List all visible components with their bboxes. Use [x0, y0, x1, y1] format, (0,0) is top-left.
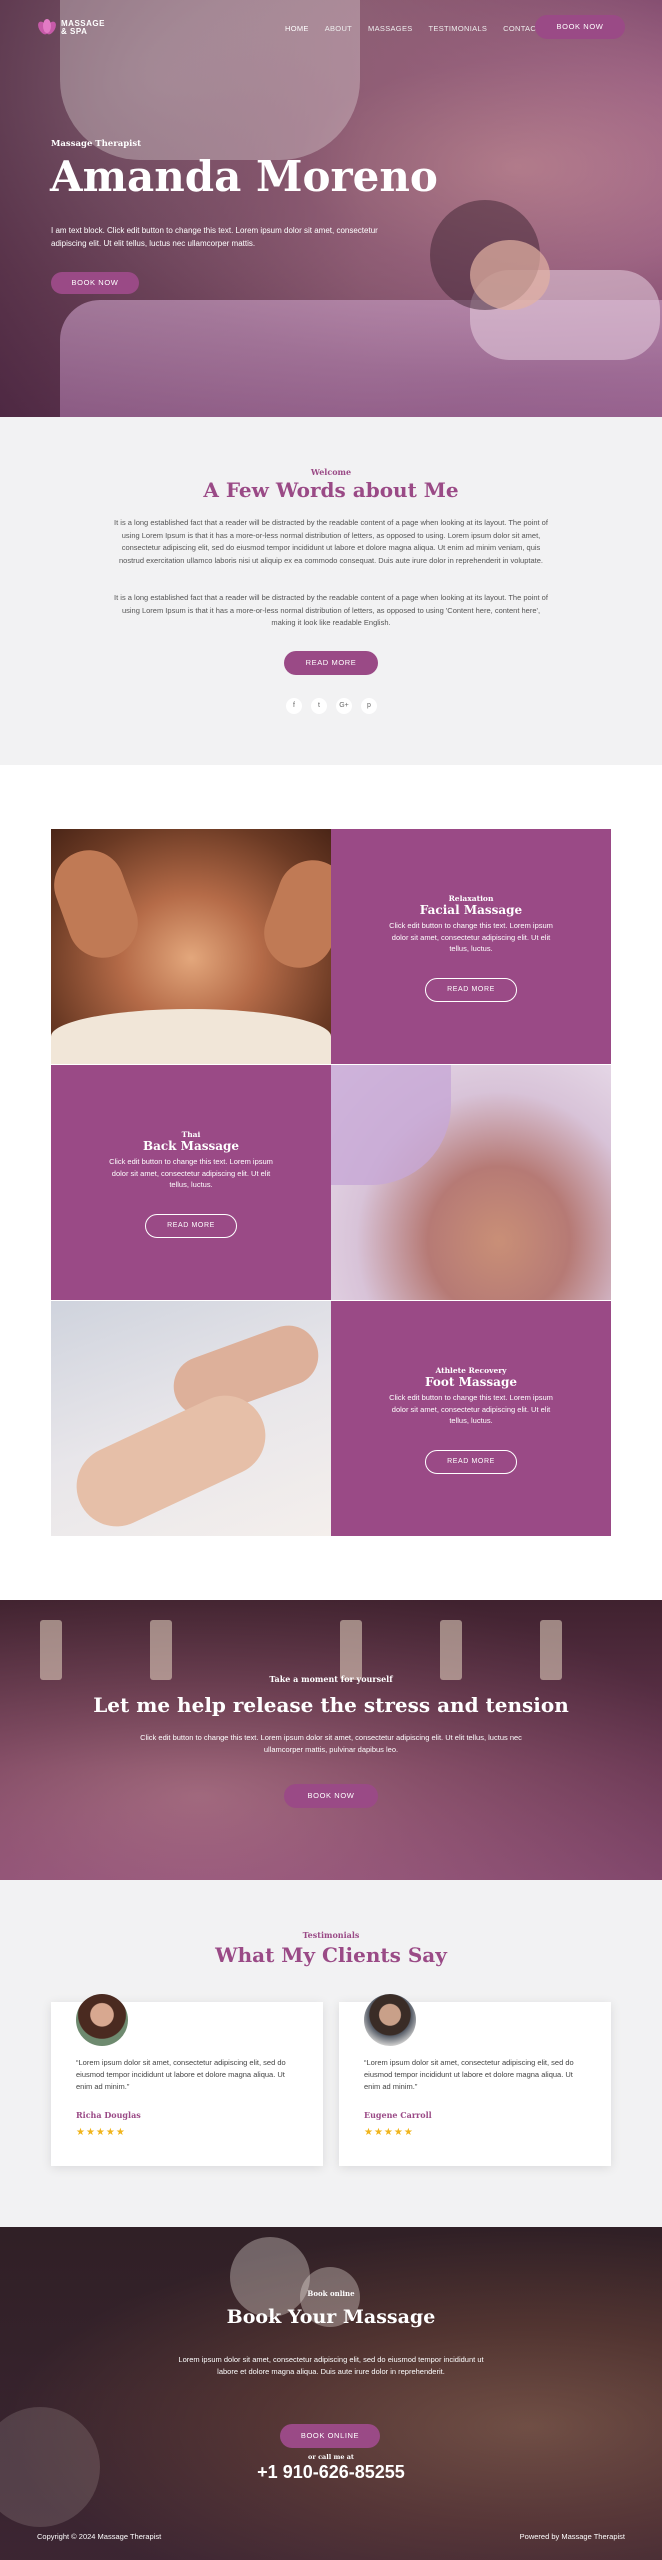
- cta-text: Click edit button to change this text. L…: [140, 1733, 522, 1754]
- booking-kicker: Book online: [307, 2289, 355, 2298]
- service-title: Facial Massage: [419, 903, 523, 917]
- booking-text: Lorem ipsum dolor sit amet, consectetur …: [178, 2355, 484, 2376]
- about-paragraph-2: It is a long established fact that a rea…: [114, 593, 548, 627]
- candle-decoration: [150, 1620, 172, 1680]
- testimonial-quote: “Lorem ipsum dolor sit amet, consectetur…: [76, 2058, 286, 2091]
- service-card-facial: Relaxation Facial Massage Click edit but…: [331, 829, 611, 1064]
- hero-photo-face: [470, 240, 550, 310]
- service-kicker: Athlete Recovery: [435, 1366, 507, 1375]
- google-plus-icon[interactable]: G+: [336, 698, 352, 714]
- lotus-icon: [36, 18, 58, 38]
- hero-title: Amanda Moreno: [50, 152, 438, 201]
- logo-text: MASSAGE & SPA: [61, 20, 105, 36]
- twitter-icon[interactable]: t: [311, 698, 327, 714]
- testimonials-kicker: Testimonials: [302, 1930, 360, 1940]
- foot-read-more-button[interactable]: READ MORE: [425, 1450, 517, 1474]
- service-text: Click edit button to change this text. L…: [389, 921, 553, 953]
- candle-decoration: [540, 1620, 562, 1680]
- star-rating: ★★★★★: [76, 2127, 126, 2138]
- services-grid: Relaxation Facial Massage Click edit but…: [51, 829, 611, 1536]
- call-label: or call me at: [308, 2453, 354, 2461]
- about-title: A Few Words about Me: [203, 478, 459, 502]
- main-menu: HOME ABOUT MASSAGES TESTIMONIALS CONTACT: [285, 24, 541, 33]
- about-paragraph-1: It is a long established fact that a rea…: [114, 518, 548, 565]
- avatar: [364, 1994, 416, 2046]
- pinterest-icon[interactable]: p: [361, 698, 377, 714]
- service-kicker: Relaxation: [448, 894, 494, 903]
- site-logo[interactable]: MASSAGE & SPA: [36, 18, 105, 38]
- flower-decoration: [230, 2237, 310, 2317]
- cta-book-now-button[interactable]: BOOK NOW: [284, 1784, 378, 1808]
- candle-decoration: [440, 1620, 462, 1680]
- logo-line-2: & SPA: [61, 27, 88, 36]
- testimonial-name: Eugene Carroll: [364, 2110, 432, 2120]
- service-text: Click edit button to change this text. L…: [389, 1393, 553, 1425]
- hero-text: I am text block. Click edit button to ch…: [51, 226, 378, 248]
- testimonials-title: What My Clients Say: [215, 1943, 447, 1967]
- cta-title: Let me help release the stress and tensi…: [93, 1693, 569, 1717]
- booking-section: Book online Book Your Massage Lorem ipsu…: [0, 2227, 662, 2560]
- hero-subtitle: Massage Therapist: [51, 139, 142, 149]
- about-read-more-button[interactable]: READ MORE: [284, 651, 378, 675]
- hero-book-now-button[interactable]: BOOK NOW: [51, 272, 139, 294]
- booking-title: Book Your Massage: [226, 2306, 436, 2328]
- nav-home[interactable]: HOME: [285, 24, 309, 33]
- service-title: Foot Massage: [425, 1375, 517, 1389]
- candle-decoration: [340, 1620, 362, 1680]
- social-links: f t G+ p: [286, 698, 377, 714]
- cta-section: Take a moment for yourself Let me help r…: [0, 1600, 662, 1880]
- facebook-icon[interactable]: f: [286, 698, 302, 714]
- service-kicker: Thai: [181, 1130, 201, 1139]
- testimonial-name: Richa Douglas: [76, 2110, 141, 2120]
- testimonials-section: Testimonials What My Clients Say “Lorem …: [0, 1880, 662, 2227]
- footer-powered-by: Powered by Massage Therapist: [519, 2532, 625, 2541]
- about-section: Welcome A Few Words about Me It is a lon…: [0, 417, 662, 765]
- nav-about[interactable]: ABOUT: [325, 24, 352, 33]
- cta-kicker: Take a moment for yourself: [269, 1674, 393, 1684]
- nav-book-now-button[interactable]: BOOK NOW: [535, 15, 625, 39]
- testimonial-card: “Lorem ipsum dolor sit amet, consectetur…: [339, 1994, 611, 2166]
- hero-section: MASSAGE & SPA HOME ABOUT MASSAGES TESTIM…: [0, 0, 662, 417]
- service-card-back: Thai Back Massage Click edit button to c…: [51, 1065, 331, 1300]
- foot-massage-image: [51, 1301, 331, 1536]
- facial-read-more-button[interactable]: READ MORE: [425, 978, 517, 1002]
- top-navigation: MASSAGE & SPA HOME ABOUT MASSAGES TESTIM…: [0, 0, 662, 56]
- service-title: Back Massage: [142, 1139, 240, 1153]
- service-card-foot: Athlete Recovery Foot Massage Click edit…: [331, 1301, 611, 1536]
- testimonial-card: “Lorem ipsum dolor sit amet, consectetur…: [51, 1994, 323, 2166]
- phone-number[interactable]: +1 910-626-85255: [0, 2462, 662, 2483]
- nav-massages[interactable]: MASSAGES: [368, 24, 413, 33]
- book-online-button[interactable]: BOOK ONLINE: [280, 2424, 380, 2448]
- testimonial-quote: “Lorem ipsum dolor sit amet, consectetur…: [364, 2058, 574, 2091]
- candle-decoration: [40, 1620, 62, 1680]
- facial-massage-image: [51, 829, 331, 1064]
- star-rating: ★★★★★: [364, 2127, 414, 2138]
- back-read-more-button[interactable]: READ MORE: [145, 1214, 237, 1238]
- about-kicker: Welcome: [310, 467, 352, 477]
- nav-testimonials[interactable]: TESTIMONIALS: [429, 24, 488, 33]
- back-massage-image: [331, 1065, 611, 1300]
- footer-copyright: Copyright © 2024 Massage Therapist: [37, 2532, 162, 2541]
- service-text: Click edit button to change this text. L…: [109, 1157, 273, 1189]
- avatar: [76, 1994, 128, 2046]
